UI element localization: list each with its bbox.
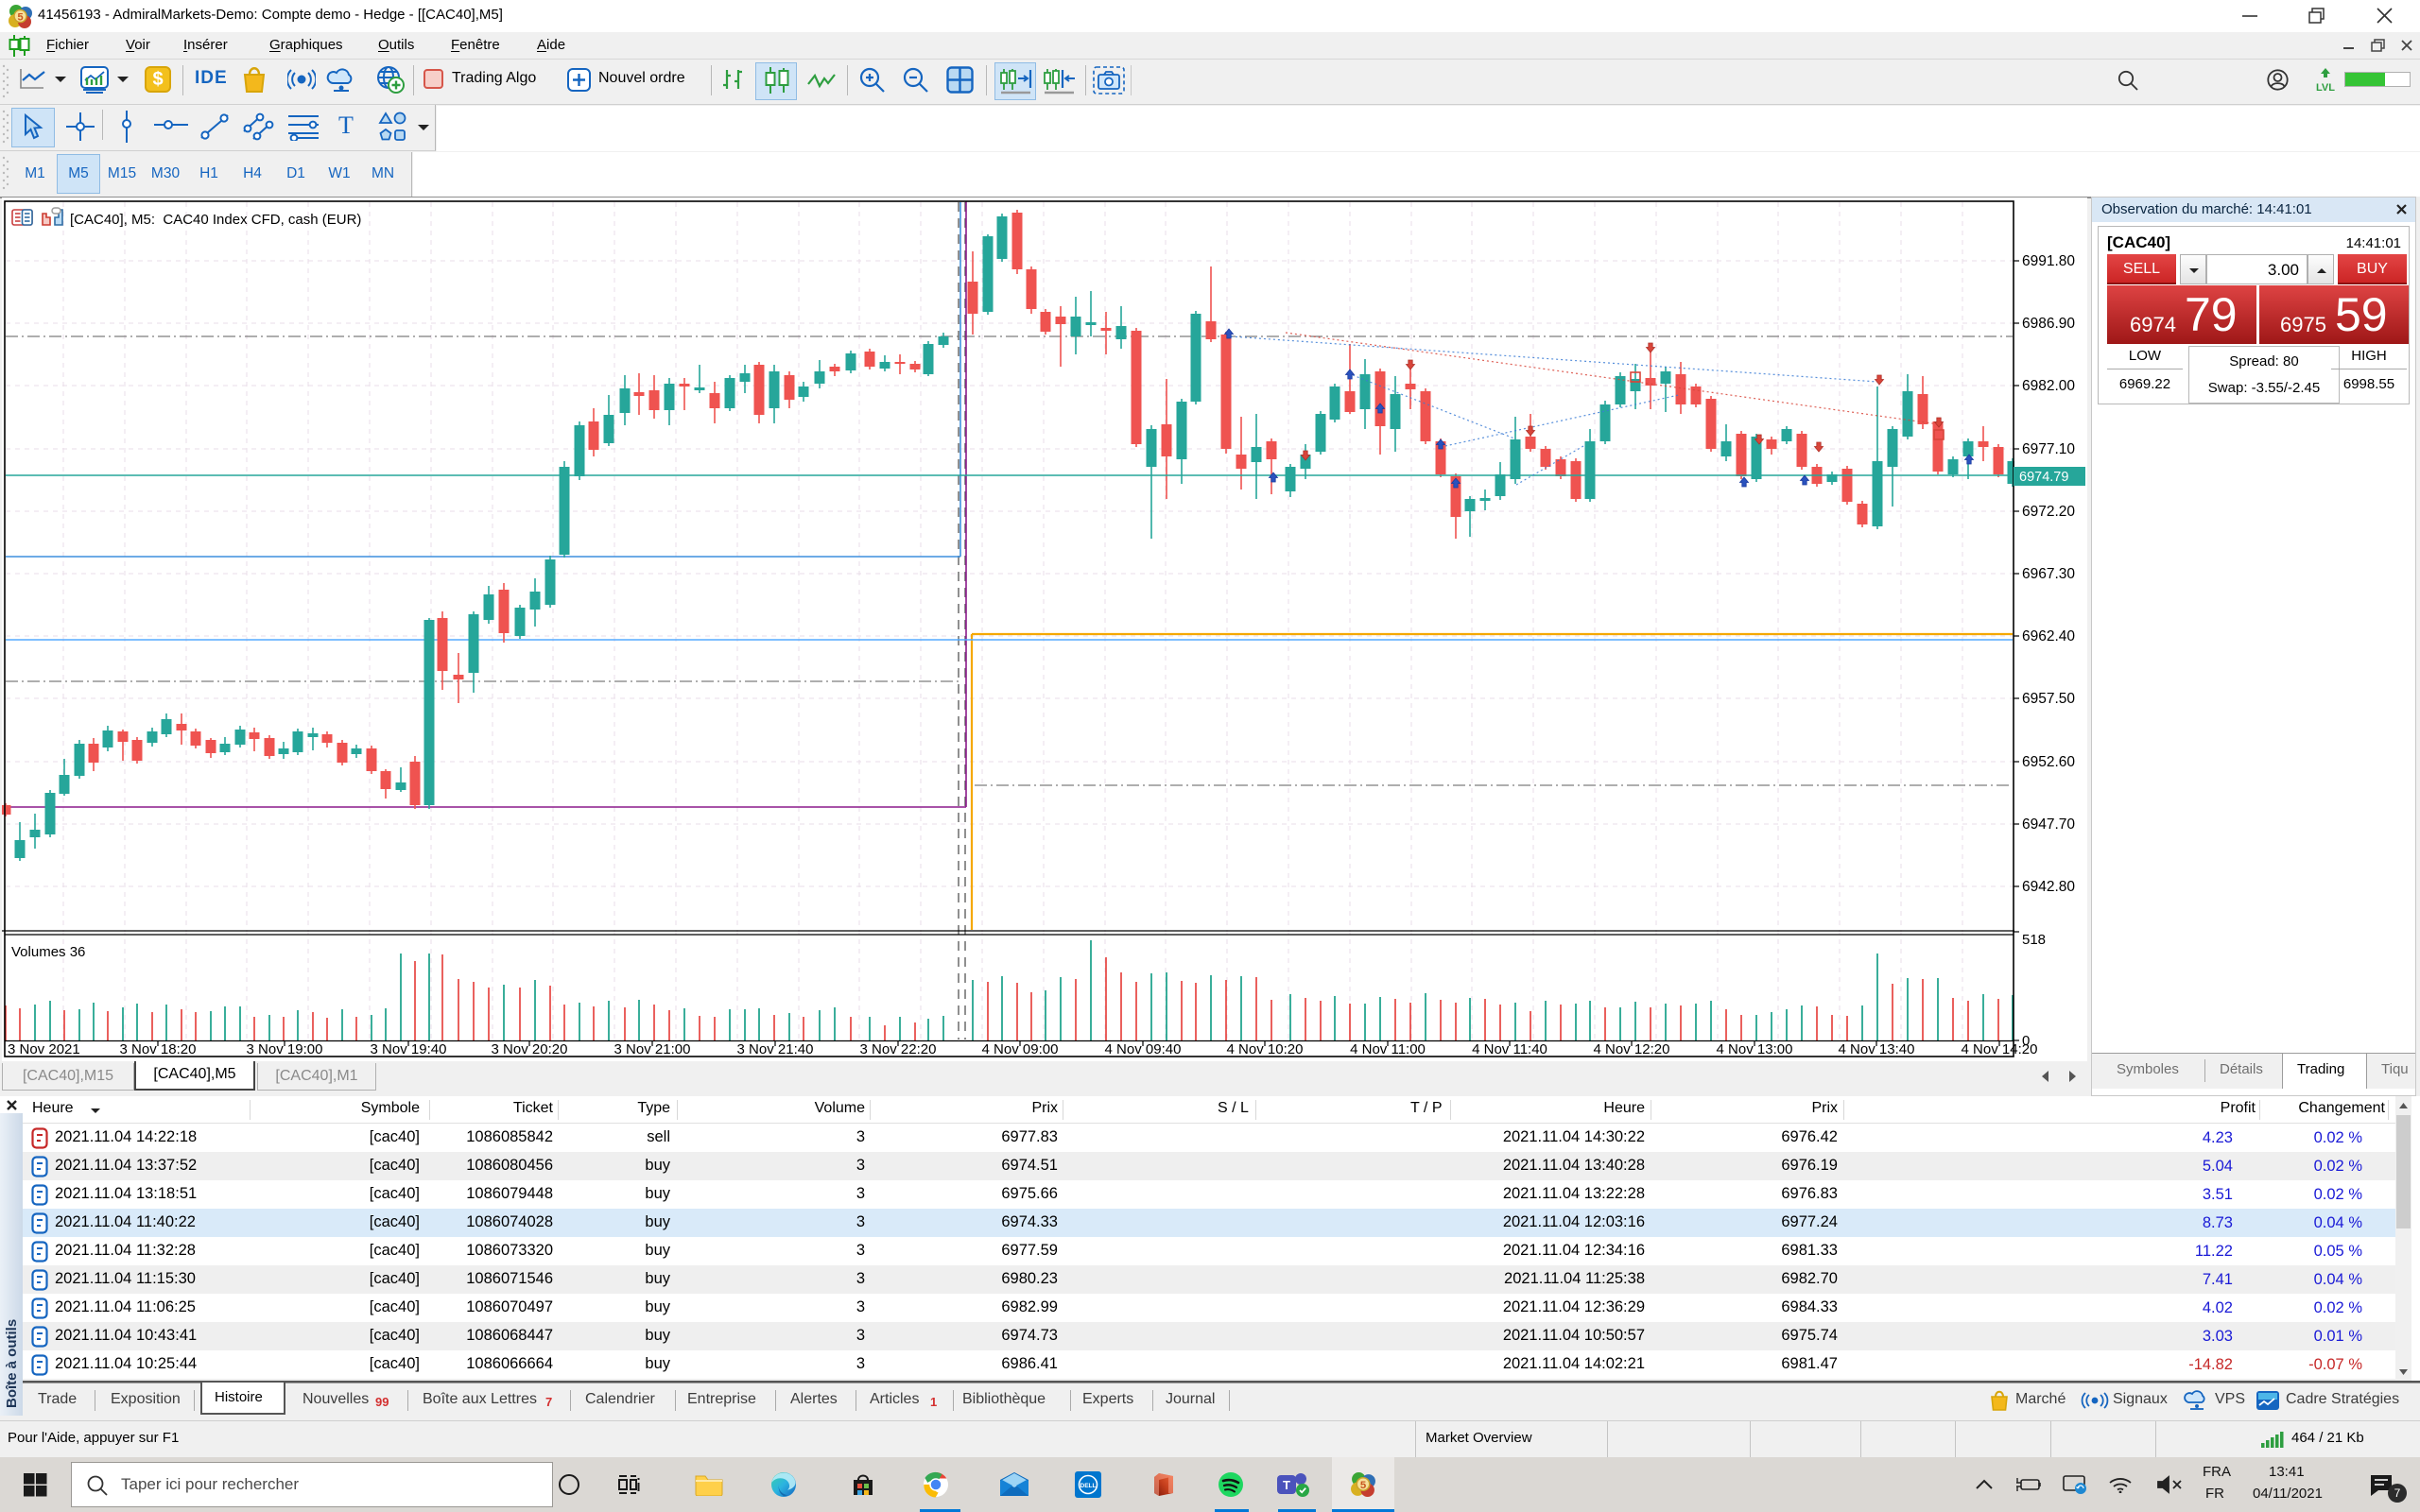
svg-text:6991.80: 6991.80: [2022, 253, 2075, 269]
svg-text:6962.40: 6962.40: [2022, 628, 2075, 644]
svg-text:3 Nov 2021: 3 Nov 2021: [8, 1041, 80, 1057]
svg-text:[CAC40], M5: CAC40 Index CFD,: [CAC40], M5: CAC40 Index CFD, cash (EUR): [70, 212, 361, 228]
svg-text:6986.90: 6986.90: [2022, 316, 2075, 332]
svg-text:6947.70: 6947.70: [2022, 816, 2075, 833]
svg-text:Boîte à outils: Boîte à outils: [4, 1319, 20, 1408]
svg-text:6957.50: 6957.50: [2022, 691, 2075, 707]
svg-text:T: T: [1283, 1478, 1290, 1492]
svg-text:518: 518: [2022, 932, 2046, 948]
svg-text:Volumes 36: Volumes 36: [11, 944, 85, 960]
svg-text:6982.00: 6982.00: [2022, 378, 2075, 394]
svg-text:6977.10: 6977.10: [2022, 441, 2075, 457]
svg-text:6967.30: 6967.30: [2022, 566, 2075, 582]
svg-text:6972.20: 6972.20: [2022, 504, 2075, 520]
svg-text:5: 5: [1360, 1480, 1367, 1491]
svg-text:5: 5: [17, 12, 23, 24]
svg-text:DELL: DELL: [1080, 1483, 1097, 1489]
svg-text:6942.80: 6942.80: [2022, 879, 2075, 895]
svg-text:LVL: LVL: [2316, 82, 2335, 94]
svg-text:6952.60: 6952.60: [2022, 754, 2075, 770]
svg-text:6974.79: 6974.79: [2019, 470, 2068, 485]
